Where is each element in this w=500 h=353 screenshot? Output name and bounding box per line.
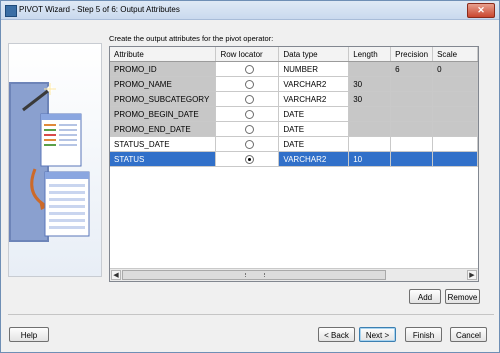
length-cell[interactable]	[348, 121, 392, 137]
precision-cell[interactable]	[390, 76, 434, 92]
data-type-cell[interactable]: VARCHAR2	[278, 151, 350, 167]
scroll-right-icon[interactable]: ▶	[467, 270, 477, 280]
footer-divider	[8, 314, 494, 315]
window-title: PIVOT Wizard - Step 5 of 6: Output Attri…	[19, 5, 180, 14]
col-header-row-locator[interactable]: Row locator	[215, 47, 280, 62]
attribute-cell[interactable]: PROMO_SUBCATEGORY	[110, 91, 217, 107]
precision-cell[interactable]	[390, 136, 434, 152]
wizard-illustration	[8, 43, 102, 277]
table-row[interactable]: PROMO_ID NUMBER 6 0	[110, 61, 478, 77]
add-button[interactable]: Add	[409, 289, 441, 304]
data-type-cell[interactable]: DATE	[278, 121, 350, 137]
scroll-left-icon[interactable]: ◀	[111, 270, 121, 280]
cancel-button[interactable]: Cancel	[450, 327, 487, 342]
row-locator-radio[interactable]	[244, 64, 254, 74]
scale-cell[interactable]	[432, 106, 478, 122]
attributes-table: Attribute Row locator Data type Length P…	[110, 47, 478, 167]
data-type-cell[interactable]: VARCHAR2	[278, 76, 350, 92]
row-locator-radio[interactable]	[244, 94, 254, 104]
scale-cell[interactable]: 0	[432, 61, 478, 77]
col-header-precision[interactable]: Precision	[390, 47, 434, 62]
length-cell[interactable]: 30	[348, 91, 392, 107]
next-button[interactable]: Next >	[359, 327, 396, 342]
output-attributes-grid[interactable]: Attribute Row locator Data type Length P…	[109, 46, 479, 282]
scale-cell[interactable]	[432, 76, 478, 92]
grip-icon	[245, 273, 265, 277]
length-cell[interactable]	[348, 61, 392, 77]
data-type-cell[interactable]: VARCHAR2	[278, 91, 350, 107]
precision-cell[interactable]	[390, 106, 434, 122]
precision-cell[interactable]	[390, 91, 434, 107]
table-row[interactable]: PROMO_SUBCATEGORY VARCHAR2 30	[110, 91, 478, 107]
table-row-selected[interactable]: STATUS VARCHAR2 10	[110, 151, 478, 167]
back-button[interactable]: < Back	[318, 327, 355, 342]
close-button[interactable]: ✕	[467, 3, 495, 18]
pivot-wizard-window: PIVOT Wizard - Step 5 of 6: Output Attri…	[0, 0, 500, 353]
col-header-attribute[interactable]: Attribute	[110, 47, 217, 62]
attribute-cell[interactable]: PROMO_NAME	[110, 76, 217, 92]
row-locator-radio[interactable]	[244, 124, 254, 134]
finish-button[interactable]: Finish	[405, 327, 442, 342]
data-type-cell[interactable]: DATE	[278, 106, 350, 122]
row-locator-radio[interactable]	[244, 79, 254, 89]
attribute-cell[interactable]: STATUS_DATE	[110, 136, 217, 152]
row-locator-radio[interactable]	[244, 139, 254, 149]
row-locator-cell[interactable]	[215, 136, 280, 152]
instruction-text: Create the output attributes for the piv…	[109, 34, 274, 43]
length-cell[interactable]: 10	[348, 151, 392, 167]
row-locator-radio-checked[interactable]	[244, 154, 254, 164]
help-button[interactable]: Help	[9, 327, 49, 342]
precision-cell[interactable]	[390, 151, 434, 167]
scale-cell[interactable]	[432, 121, 478, 137]
title-bar[interactable]: PIVOT Wizard - Step 5 of 6: Output Attri…	[1, 1, 499, 20]
col-header-data-type[interactable]: Data type	[278, 47, 350, 62]
row-locator-cell[interactable]	[215, 61, 280, 77]
length-cell[interactable]	[348, 136, 392, 152]
row-locator-cell[interactable]	[215, 76, 280, 92]
table-row[interactable]: STATUS_DATE DATE	[110, 136, 478, 152]
row-locator-radio[interactable]	[244, 109, 254, 119]
horizontal-scrollbar[interactable]: ◀ ▶	[110, 268, 478, 281]
scrollbar-thumb[interactable]	[122, 270, 386, 280]
col-header-scale[interactable]: Scale	[432, 47, 478, 62]
precision-cell[interactable]	[390, 121, 434, 137]
data-type-cell[interactable]: DATE	[278, 136, 350, 152]
attribute-cell[interactable]: STATUS	[110, 151, 217, 167]
row-locator-cell[interactable]	[215, 106, 280, 122]
attribute-cell[interactable]: PROMO_ID	[110, 61, 217, 77]
table-row[interactable]: PROMO_BEGIN_DATE DATE	[110, 106, 478, 122]
table-row[interactable]: PROMO_END_DATE DATE	[110, 121, 478, 137]
table-header-row: Attribute Row locator Data type Length P…	[110, 47, 478, 62]
row-locator-cell[interactable]	[215, 121, 280, 137]
attribute-cell[interactable]: PROMO_END_DATE	[110, 121, 217, 137]
table-row[interactable]: PROMO_NAME VARCHAR2 30	[110, 76, 478, 92]
scale-cell[interactable]	[432, 151, 478, 167]
wizard-art-icon	[9, 44, 101, 276]
scale-cell[interactable]	[432, 136, 478, 152]
length-cell[interactable]	[348, 106, 392, 122]
precision-cell[interactable]: 6	[390, 61, 434, 77]
length-cell[interactable]: 30	[348, 76, 392, 92]
row-locator-cell[interactable]	[215, 151, 280, 167]
scale-cell[interactable]	[432, 91, 478, 107]
row-locator-cell[interactable]	[215, 91, 280, 107]
remove-button[interactable]: Remove	[445, 289, 480, 304]
app-icon	[5, 5, 17, 17]
col-header-length[interactable]: Length	[348, 47, 392, 62]
data-type-cell[interactable]: NUMBER	[278, 61, 350, 77]
attribute-cell[interactable]: PROMO_BEGIN_DATE	[110, 106, 217, 122]
